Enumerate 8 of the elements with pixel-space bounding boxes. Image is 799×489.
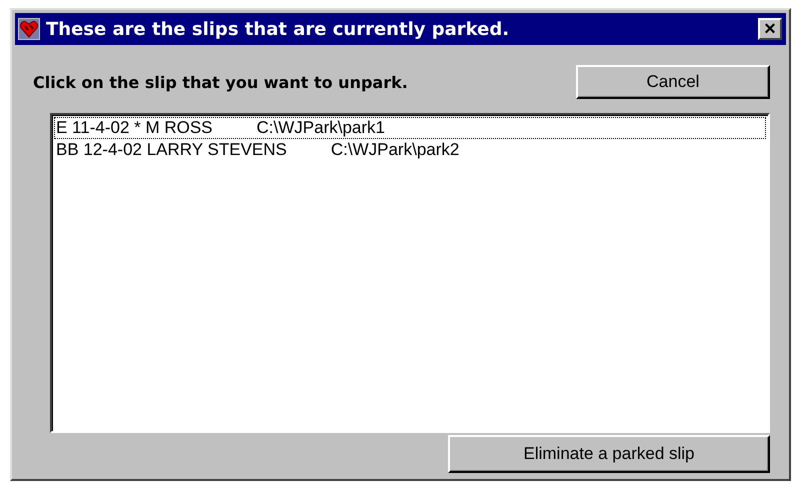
list-item[interactable]: E 11-4-02 * M ROSS C:\WJPark\park1 [54,117,766,139]
heart-icon [18,18,40,40]
cancel-button[interactable]: Cancel [576,65,770,99]
window-title: These are the slips that are currently parked. [46,18,510,40]
close-button[interactable]: × [758,18,782,40]
instruction-text: Click on the slip that you want to unpark. [33,72,408,92]
eliminate-button[interactable]: Eliminate a parked slip [448,435,770,473]
list-item[interactable]: BB 12-4-02 LARRY STEVENS C:\WJPark\park2 [54,139,766,161]
